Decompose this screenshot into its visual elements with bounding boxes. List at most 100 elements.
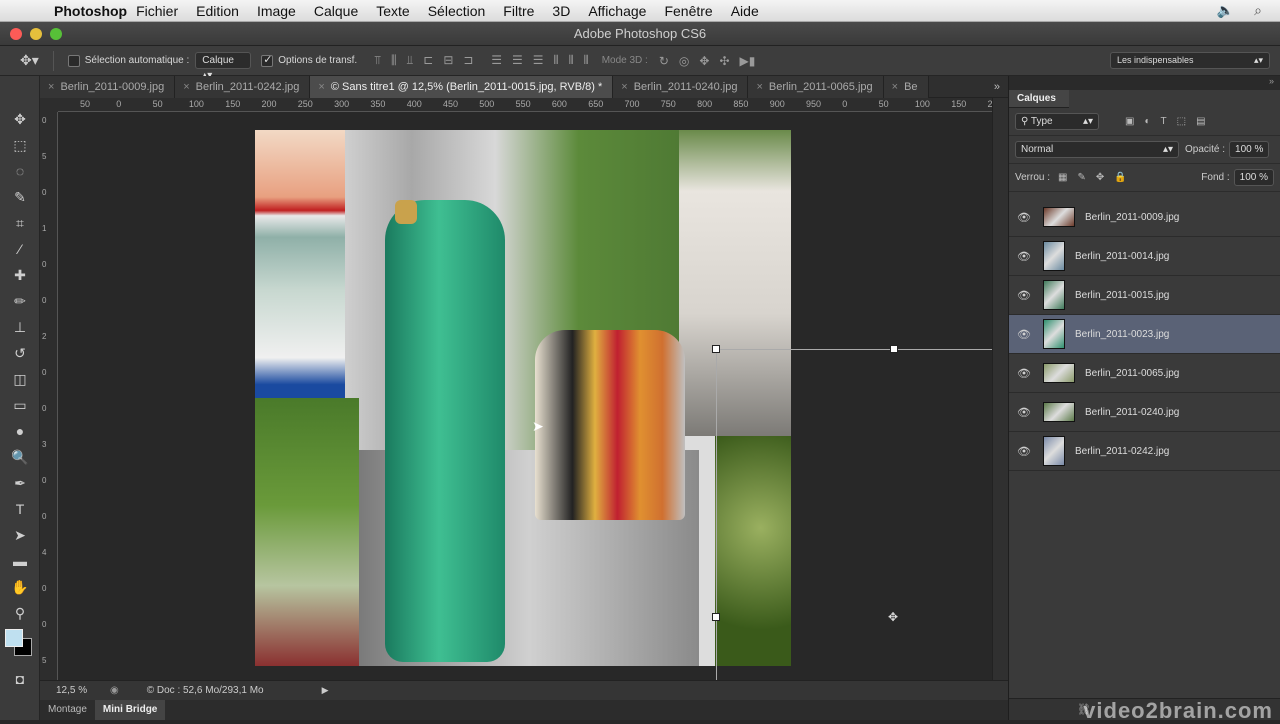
align-vcenter-icon[interactable]: ⫼ — [391, 53, 397, 67]
transform-handle[interactable] — [712, 613, 720, 621]
visibility-eye-icon[interactable]: 👁 — [1009, 406, 1039, 419]
history-brush-tool-icon[interactable]: ↺ — [0, 340, 40, 366]
visibility-eye-icon[interactable]: 👁 — [1009, 367, 1039, 380]
lock-pixels-icon[interactable]: ✎ — [1077, 172, 1095, 183]
dodge-tool-icon[interactable]: 🔍 — [0, 444, 40, 470]
close-tab-icon[interactable]: × — [183, 81, 189, 93]
menu-app[interactable]: Photoshop — [40, 3, 127, 19]
align-hcenter-icon[interactable]: ⊟ — [443, 53, 453, 67]
distribute-bottom-icon[interactable]: ☰ — [533, 53, 544, 67]
eraser-tool-icon[interactable]: ◫ — [0, 366, 40, 392]
lasso-tool-icon[interactable]: ◌ — [0, 158, 40, 184]
scale-3d-icon[interactable]: ▶▮ — [740, 54, 756, 68]
distribute-right-icon[interactable]: ⫴ — [584, 53, 589, 67]
rotate-3d-icon[interactable]: ↻ — [659, 54, 669, 68]
transform-center-icon[interactable]: ✥ — [888, 610, 898, 624]
status-icon[interactable]: ◉ — [110, 685, 119, 696]
move-tool-icon[interactable]: ✥ — [0, 106, 40, 132]
doc-tab[interactable]: × Berlin_2011-0065.jpg — [748, 76, 884, 98]
visibility-eye-icon[interactable]: 👁 — [1009, 250, 1039, 263]
close-tab-icon[interactable]: × — [318, 81, 324, 93]
clone-stamp-tool-icon[interactable]: ⊥ — [0, 314, 40, 340]
doc-tab[interactable]: × Berlin_2011-0009.jpg — [40, 76, 176, 98]
doc-tab[interactable]: × Berlin_2011-0242.jpg — [175, 76, 311, 98]
volume-icon[interactable]: 🔈 — [1217, 2, 1234, 19]
crop-tool-icon[interactable]: ⌗ — [0, 210, 40, 236]
quick-mask-icon[interactable]: ◘ — [0, 666, 40, 692]
menu-aide[interactable]: Aide — [722, 3, 768, 19]
gradient-tool-icon[interactable]: ▭ — [0, 392, 40, 418]
transform-controls-checkbox[interactable] — [261, 53, 274, 67]
menu-affichage[interactable]: Affichage — [579, 3, 655, 19]
close-tab-icon[interactable]: × — [48, 81, 54, 93]
close-tab-icon[interactable]: × — [756, 81, 762, 93]
blur-tool-icon[interactable]: ● — [0, 418, 40, 444]
doc-tab[interactable]: × Be — [883, 76, 929, 98]
menu-3d[interactable]: 3D — [543, 3, 579, 19]
filter-pixel-icon[interactable]: ▣ — [1125, 116, 1144, 127]
marquee-tool-icon[interactable]: ⬚ — [0, 132, 40, 158]
menu-fenetre[interactable]: Fenêtre — [655, 3, 721, 19]
quick-select-tool-icon[interactable]: ✎ — [0, 184, 40, 210]
close-window-button[interactable] — [10, 28, 22, 40]
path-select-tool-icon[interactable]: ➤ — [0, 522, 40, 548]
layer-row[interactable]: 👁 Berlin_2011-0065.jpg — [1009, 354, 1280, 393]
auto-select-dropdown[interactable]: Calque ▴▾ — [195, 52, 252, 81]
distribute-hcenter-icon[interactable]: ⫴ — [569, 53, 574, 67]
type-tool-icon[interactable]: T — [0, 496, 40, 522]
roll-3d-icon[interactable]: ◎ — [679, 54, 689, 68]
menu-calque[interactable]: Calque — [305, 3, 367, 19]
shape-tool-icon[interactable]: ▬ — [0, 548, 40, 574]
filter-type-icon[interactable]: T — [1161, 116, 1177, 127]
lock-all-icon[interactable]: 🔒 — [1114, 172, 1136, 183]
pen-tool-icon[interactable]: ✒ — [0, 470, 40, 496]
visibility-eye-icon[interactable]: 👁 — [1009, 289, 1039, 302]
layers-panel-tab[interactable]: Calques — [1009, 90, 1069, 108]
layer-filter-dropdown[interactable]: ⚲ Type ▴▾ — [1015, 113, 1099, 130]
align-left-icon[interactable]: ⊏ — [423, 53, 433, 67]
more-tabs-icon[interactable]: » — [986, 76, 1008, 97]
auto-select-checkbox[interactable] — [67, 54, 80, 67]
eyedropper-tool-icon[interactable]: ⁄ — [0, 236, 40, 262]
align-right-icon[interactable]: ⊐ — [463, 53, 473, 67]
transform-handle[interactable] — [712, 345, 720, 353]
montage-tab[interactable]: Montage — [40, 700, 95, 720]
vertical-scrollbar[interactable] — [992, 98, 1008, 680]
menu-image[interactable]: Image — [248, 3, 305, 19]
slide-3d-icon[interactable]: ✣ — [719, 54, 729, 68]
doc-tab[interactable]: × Berlin_2011-0240.jpg — [613, 76, 749, 98]
layer-row[interactable]: 👁 Berlin_2011-0242.jpg — [1009, 432, 1280, 471]
zoom-level[interactable]: 12,5 % — [56, 685, 96, 696]
fill-field[interactable]: 100 % — [1233, 169, 1274, 186]
filter-shape-icon[interactable]: ⬚ — [1177, 116, 1196, 127]
ruler-corner[interactable] — [40, 98, 58, 112]
layer-row[interactable]: 👁 Berlin_2011-0015.jpg — [1009, 276, 1280, 315]
align-bottom-icon[interactable]: ⫫ — [407, 53, 414, 67]
visibility-eye-icon[interactable]: 👁 — [1009, 211, 1039, 224]
layer-row[interactable]: 👁 Berlin_2011-0009.jpg — [1009, 198, 1280, 237]
menu-selection[interactable]: Sélection — [419, 3, 495, 19]
distribute-left-icon[interactable]: ⫴ — [554, 53, 559, 67]
workspace-dropdown[interactable]: Les indispensables ▴▾ — [1110, 52, 1270, 69]
menu-edition[interactable]: Edition — [187, 3, 248, 19]
align-top-icon[interactable]: ⫪ — [374, 53, 381, 67]
brush-tool-icon[interactable]: ✏ — [0, 288, 40, 314]
filter-adjustment-icon[interactable]: ◐ — [1144, 116, 1160, 127]
visibility-eye-icon[interactable]: 👁 — [1009, 328, 1039, 341]
opacity-field[interactable]: 100 % — [1229, 141, 1270, 158]
horizontal-ruler[interactable]: 50 0 50 100 150 200 250 300 350 400 450 500 550 600 65… — [58, 98, 992, 112]
menu-filtre[interactable]: Filtre — [494, 3, 543, 19]
filter-smart-object-icon[interactable]: ▤ — [1196, 116, 1215, 127]
visibility-eye-icon[interactable]: 👁 — [1009, 445, 1039, 458]
layer-row[interactable]: 👁 Berlin_2011-0014.jpg — [1009, 237, 1280, 276]
layer-row[interactable]: 👁 Berlin_2011-0240.jpg — [1009, 393, 1280, 432]
doc-tab-active[interactable]: × © Sans titre1 @ 12,5% (Berlin_2011-0015… — [310, 76, 614, 98]
lock-transparency-icon[interactable]: ▦ — [1058, 172, 1077, 183]
vertical-ruler[interactable]: 0 5 0 1 0 0 2 0 0 3 0 0 4 0 0 5 — [40, 112, 58, 680]
layer-row[interactable]: 👁 Berlin_2011-0023.jpg — [1009, 315, 1280, 354]
foreground-color-swatch[interactable] — [5, 629, 23, 647]
healing-brush-tool-icon[interactable]: ✚ — [0, 262, 40, 288]
zoom-window-button[interactable] — [50, 28, 62, 40]
document-canvas[interactable] — [255, 130, 791, 666]
blend-mode-dropdown[interactable]: Normal ▴▾ — [1015, 141, 1179, 158]
